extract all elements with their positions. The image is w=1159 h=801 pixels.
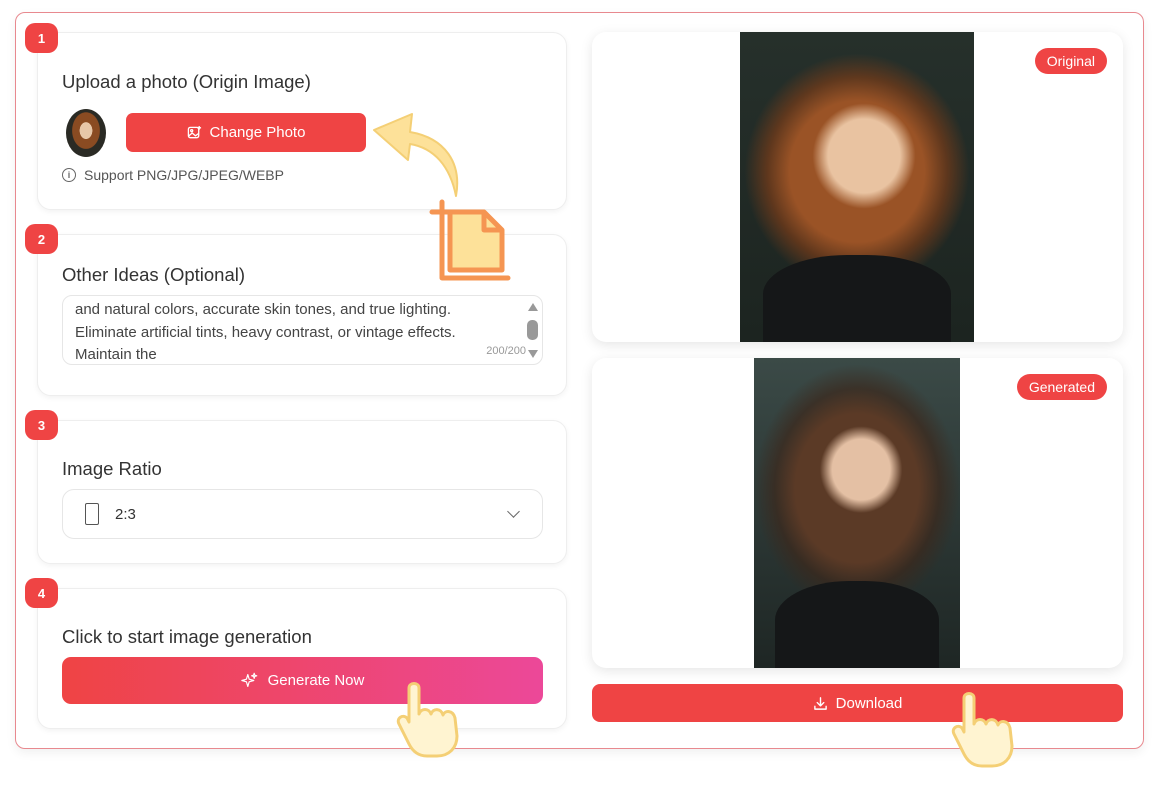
ratio-card: Image Ratio 2:3 [37, 420, 567, 564]
ratio-value: 2:3 [115, 505, 136, 523]
step-4-title: Click to start image generation [62, 626, 312, 647]
generated-photo [754, 358, 960, 668]
support-text: Support PNG/JPG/JPEG/WEBP [84, 167, 284, 183]
chevron-down-icon [507, 505, 520, 518]
scroll-up-arrow[interactable] [528, 303, 538, 311]
ideas-card: Other Ideas (Optional) and natural color… [37, 234, 567, 396]
step-1-title: Upload a photo (Origin Image) [62, 71, 311, 92]
download-button[interactable]: Download [592, 684, 1123, 722]
original-preview-panel: Original [592, 32, 1123, 342]
generate-now-button[interactable]: Generate Now [62, 657, 543, 704]
download-label: Download [835, 694, 903, 712]
ideas-textarea[interactable]: and natural colors, accurate skin tones,… [62, 295, 543, 365]
step-2-badge: 2 [25, 224, 58, 254]
step-4-badge: 4 [25, 578, 58, 608]
step-3-badge: 3 [25, 410, 58, 440]
generate-card: Click to start image generation Generate… [37, 588, 567, 729]
generated-preview-panel: Generated [592, 358, 1123, 668]
original-tag: Original [1034, 48, 1107, 74]
ratio-select[interactable]: 2:3 [62, 489, 543, 539]
char-counter: 200/200 [486, 345, 526, 357]
scroll-down-arrow[interactable] [528, 350, 538, 358]
photo-torso [774, 581, 940, 668]
generate-now-label: Generate Now [267, 672, 365, 689]
support-note: i Support PNG/JPG/JPEG/WEBP [62, 167, 284, 183]
change-photo-button[interactable]: Change Photo [126, 113, 366, 152]
original-photo [740, 32, 974, 342]
generated-tag: Generated [1016, 374, 1107, 400]
download-icon [813, 696, 827, 710]
upload-card: Upload a photo (Origin Image) Change Pho… [37, 32, 567, 210]
step-3-title: Image Ratio [62, 458, 162, 479]
uploaded-photo-thumbnail [66, 109, 106, 157]
step-2-title: Other Ideas (Optional) [62, 264, 246, 285]
ideas-text: and natural colors, accurate skin tones,… [75, 301, 456, 363]
photo-torso [763, 255, 951, 342]
change-photo-label: Change Photo [209, 124, 306, 141]
image-add-icon [187, 125, 201, 139]
portrait-ratio-icon [85, 503, 99, 525]
sparkle-icon [240, 672, 257, 688]
info-icon: i [62, 168, 76, 182]
step-1-badge: 1 [25, 23, 58, 53]
scrollbar-thumb[interactable] [527, 320, 538, 340]
